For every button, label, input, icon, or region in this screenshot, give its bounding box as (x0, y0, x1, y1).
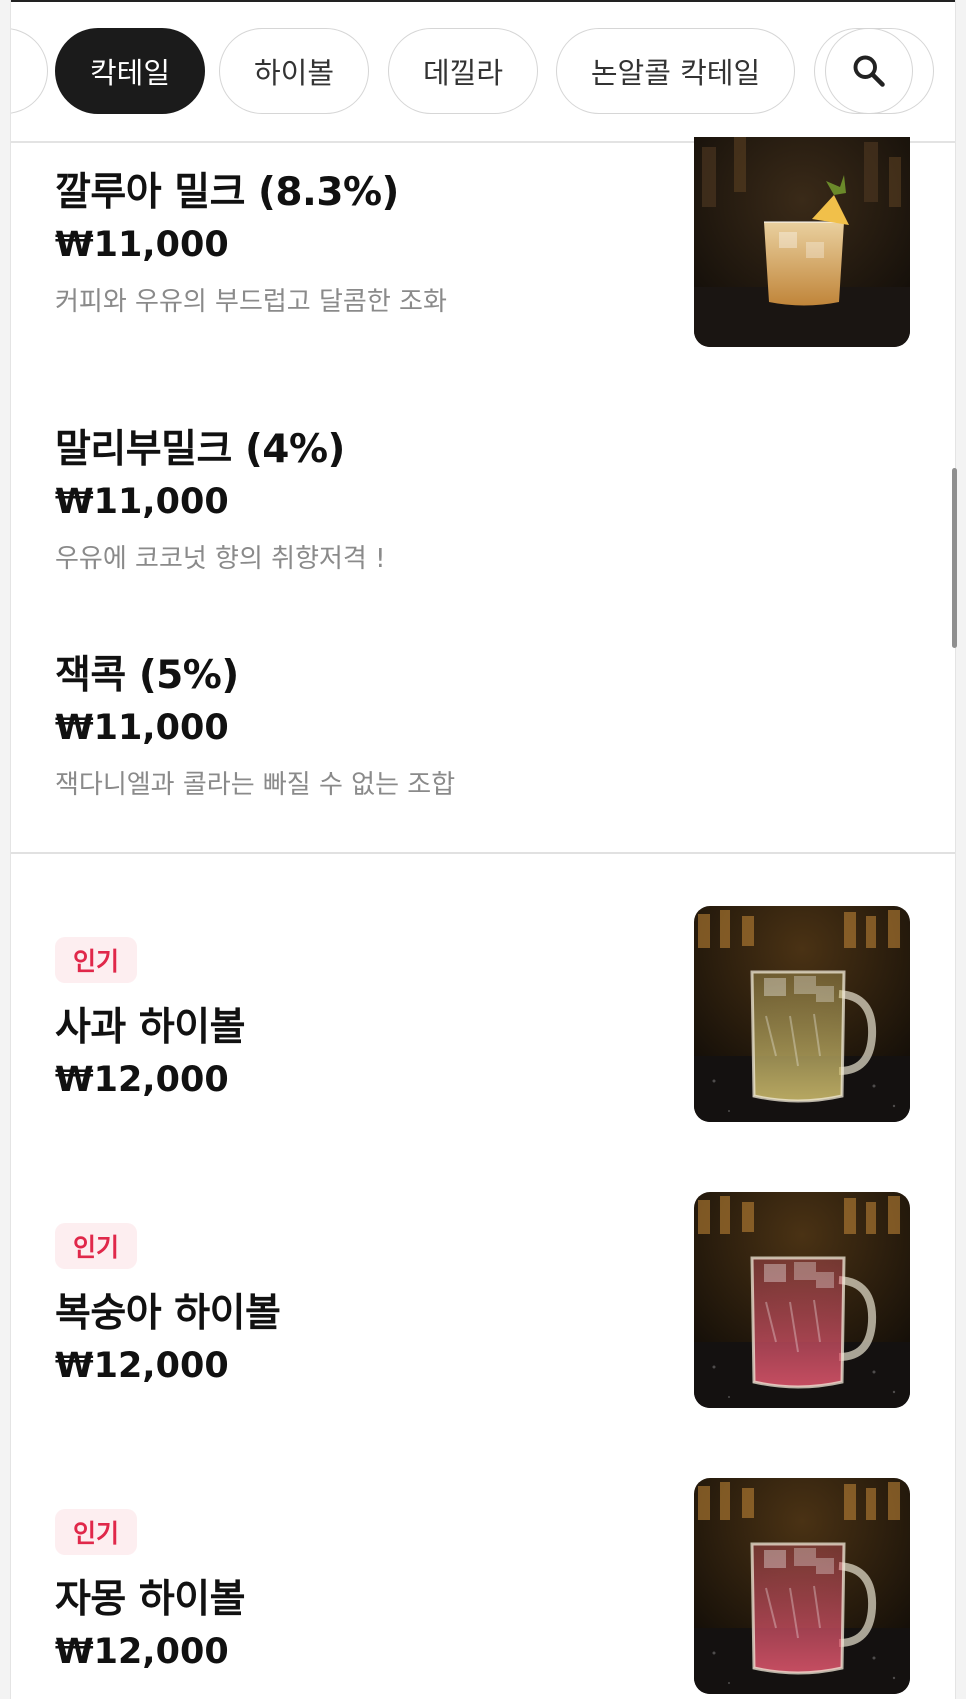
popular-badge: 인기 (55, 937, 138, 983)
item-name: 사과 하이볼 (55, 1005, 245, 1050)
item-price: ₩11,000 (55, 225, 229, 265)
tab-non-alcoholic-cocktail-label: 논알콜 칵테일 (590, 56, 761, 90)
popular-badge: 인기 (55, 1223, 138, 1269)
tab-cocktail-label: 칵테일 (89, 56, 171, 90)
tab-highball-label: 하이볼 (253, 56, 335, 90)
left-frame (0, 0, 11, 1699)
category-tab-bar: 칵테일 하이볼 데낄라 논알콜 칵테일 (11, 2, 955, 143)
tab-tequila-label: 데낄라 (422, 56, 504, 90)
item-image-grapefruit-highball (694, 1478, 910, 1694)
item-price: ₩12,000 (55, 1060, 229, 1100)
item-description: 커피와 우유의 부드럽고 달콤한 조화 (55, 287, 447, 317)
item-price: ₩11,000 (55, 708, 229, 748)
section-divider (11, 852, 955, 854)
item-image-peach-highball (694, 1192, 910, 1408)
item-price: ₩12,000 (55, 1346, 229, 1386)
tab-highball[interactable]: 하이볼 (219, 28, 369, 114)
item-name: 복숭아 하이볼 (55, 1291, 281, 1336)
menu-item[interactable]: 인기 사과 하이볼 ₩12,000 (11, 906, 955, 1122)
search-button[interactable] (825, 28, 913, 114)
tab-tequila[interactable]: 데낄라 (388, 28, 538, 114)
item-name: 잭콕 (5%) (55, 653, 239, 698)
tab-cocktail[interactable]: 칵테일 (55, 28, 205, 114)
menu-item[interactable]: 인기 복숭아 하이볼 ₩12,000 (11, 1192, 955, 1408)
item-price: ₩11,000 (55, 482, 229, 522)
item-description: 잭다니엘과 콜라는 빠질 수 없는 조합 (55, 770, 456, 800)
right-frame (955, 0, 966, 1699)
tab-previous-partial[interactable] (11, 28, 48, 114)
menu-item[interactable]: 말리부밀크 (4%) ₩11,000 우유에 코코넛 향의 취향저격 ! (11, 400, 955, 600)
item-name: 말리부밀크 (4%) (55, 427, 345, 472)
item-price: ₩12,000 (55, 1632, 229, 1672)
popular-badge: 인기 (55, 1509, 138, 1555)
item-name: 자몽 하이볼 (55, 1577, 245, 1622)
item-name: 깔루아 밀크 (8.3%) (55, 170, 399, 215)
item-image-kahlua-milk (694, 137, 910, 347)
item-image-apple-highball (694, 906, 910, 1122)
menu-item[interactable]: 깔루아 밀크 (8.3%) ₩11,000 커피와 우유의 부드럽고 달콤한 조… (11, 137, 955, 381)
tab-non-alcoholic-cocktail[interactable]: 논알콜 칵테일 (556, 28, 795, 114)
search-icon (853, 55, 885, 87)
menu-item[interactable]: 인기 자몽 하이볼 ₩12,000 (11, 1478, 955, 1694)
scrollbar-thumb[interactable] (952, 468, 957, 648)
item-description: 우유에 코코넛 향의 취향저격 ! (55, 544, 386, 574)
menu-item[interactable]: 잭콕 (5%) ₩11,000 잭다니엘과 콜라는 빠질 수 없는 조합 (11, 626, 955, 826)
